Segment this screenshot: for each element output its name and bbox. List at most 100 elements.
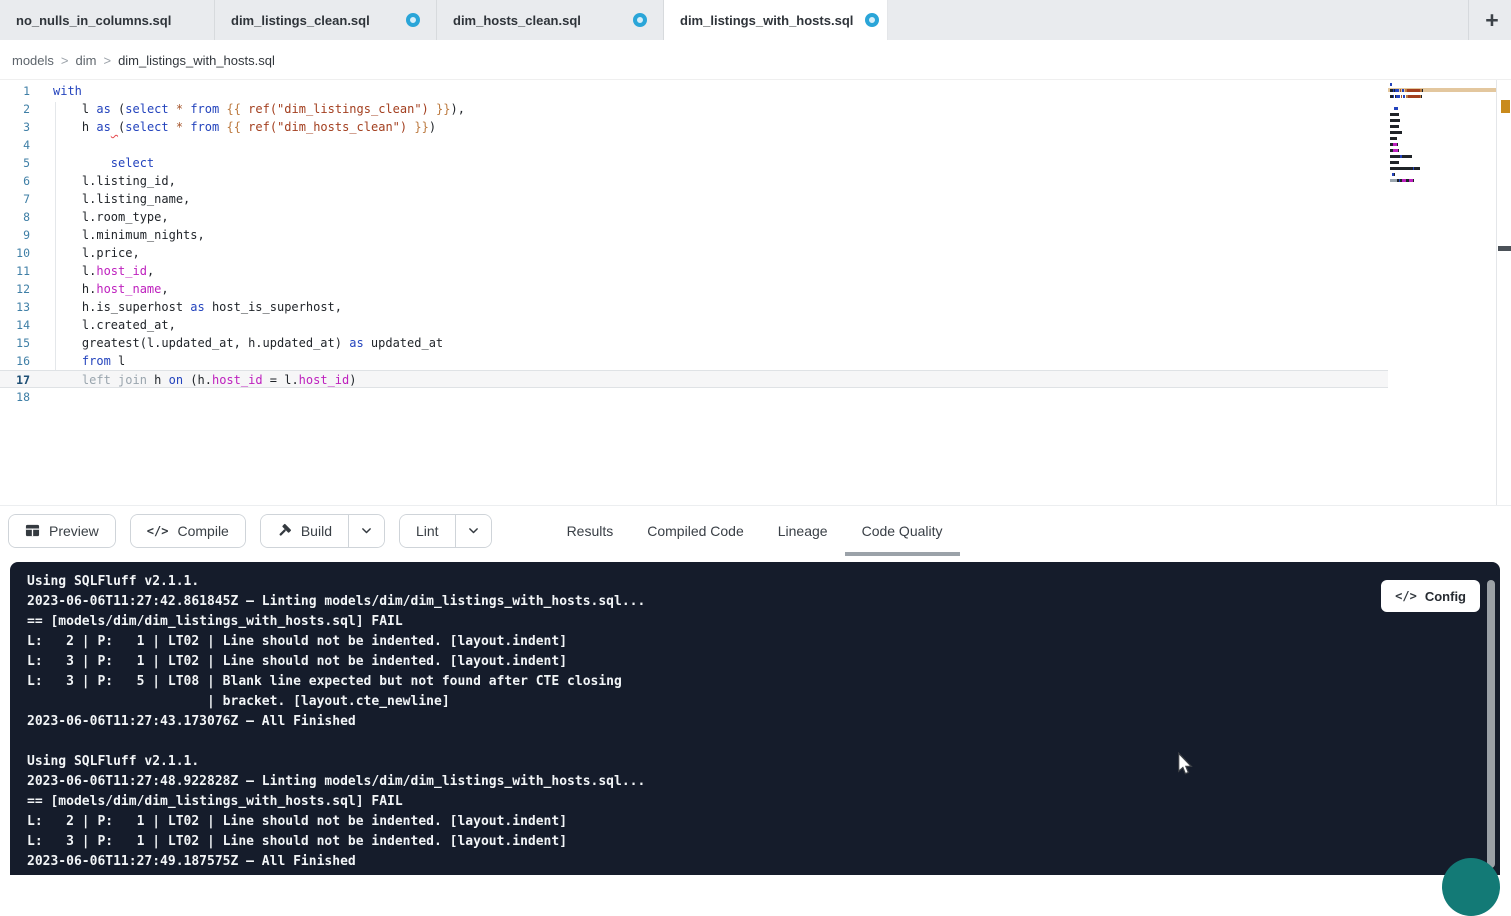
line-number: 12 — [0, 280, 30, 298]
chevron-down-icon — [360, 524, 373, 537]
code-line[interactable]: 9 l.minimum_nights, — [0, 226, 1496, 244]
button-group-compile: </> Compile — [130, 514, 246, 548]
code-text: l.listing_id, — [53, 172, 176, 190]
code-text: select — [53, 154, 154, 172]
code-line[interactable]: 14 l.created_at, — [0, 316, 1496, 334]
line-number: 17 — [0, 371, 30, 389]
tab-label: no_nulls_in_columns.sql — [16, 13, 171, 28]
code-line[interactable]: 3 h as (select * from {{ ref("dim_hosts_… — [0, 118, 1496, 136]
tab-no_nulls_in_columns.sql[interactable]: no_nulls_in_columns.sql — [0, 0, 215, 40]
minimap-rows — [1390, 83, 1423, 191]
line-number: 14 — [0, 316, 30, 334]
editor-lines: 1with2 l as (select * from {{ ref("dim_l… — [0, 82, 1496, 406]
breadcrumb-segment[interactable]: dim_listings_with_hosts.sql — [118, 53, 275, 68]
code-text: h.is_superhost as host_is_superhost, — [53, 298, 342, 316]
tab-strip: no_nulls_in_columns.sql dim_listings_clea… — [0, 0, 1511, 40]
code-line[interactable]: 7 l.listing_name, — [0, 190, 1496, 208]
preview-button[interactable]: Preview — [9, 515, 115, 547]
tab-lineage[interactable]: Lineage — [761, 506, 845, 556]
line-number: 13 — [0, 298, 30, 316]
code-line[interactable]: 15 greatest(l.updated_at, h.updated_at) … — [0, 334, 1496, 352]
line-number: 6 — [0, 172, 30, 190]
compile-label: Compile — [177, 523, 228, 539]
button-group-lint: Lint — [399, 514, 492, 548]
code-line[interactable]: 5 select — [0, 154, 1496, 172]
lint-button[interactable]: Lint — [400, 515, 455, 547]
line-number: 16 — [0, 352, 30, 370]
code-line[interactable]: 18 — [0, 388, 1496, 406]
breadcrumb-segment[interactable]: models — [12, 53, 54, 68]
modified-dot-icon — [633, 13, 647, 27]
code-icon: </> — [1395, 589, 1417, 603]
minimap[interactable] — [1388, 82, 1496, 502]
code-line[interactable]: 1 with — [0, 82, 1496, 100]
button-group-build: Build — [260, 514, 385, 548]
line-number: 11 — [0, 262, 30, 280]
code-text: from l — [53, 352, 125, 370]
code-text: with — [53, 82, 82, 100]
line-number: 3 — [0, 118, 30, 136]
compile-button[interactable]: </> Compile — [131, 515, 245, 547]
terminal-scrollbar[interactable] — [1487, 580, 1495, 868]
code-text: h.host_name, — [53, 280, 169, 298]
code-line[interactable]: 2 l as (select * from {{ ref("dim_listin… — [0, 100, 1496, 118]
code-line[interactable]: 13 h.is_superhost as host_is_superhost, — [0, 298, 1496, 316]
line-number: 4 — [0, 136, 30, 154]
code-line[interactable]: 4 — [0, 136, 1496, 154]
tab-bar-divider — [1468, 0, 1469, 40]
code-text: left join h on (h.host_id = l.host_id) — [53, 371, 356, 389]
breadcrumb-segment[interactable]: dim — [76, 53, 97, 68]
lint-dropdown-button[interactable] — [455, 515, 491, 547]
line-number: 7 — [0, 190, 30, 208]
tab-label: dim_hosts_clean.sql — [453, 13, 581, 28]
grid-icon — [25, 523, 40, 538]
code-text: l as (select * from {{ ref("dim_listings… — [53, 100, 465, 118]
code-text: l.price, — [53, 244, 140, 262]
new-tab-button[interactable]: + — [1479, 7, 1505, 33]
code-text: l.minimum_nights, — [53, 226, 205, 244]
lint-label: Lint — [416, 523, 439, 539]
editor-scrollbar[interactable] — [1496, 80, 1511, 505]
tab-code-quality[interactable]: Code Quality — [845, 506, 960, 556]
line-number: 15 — [0, 334, 30, 352]
tab-compiled-code[interactable]: Compiled Code — [630, 506, 761, 556]
terminal-panel: Using SQLFluff v2.1.1. 2023-06-06T11:27:… — [10, 562, 1500, 875]
code-line[interactable]: 6 l.listing_id, — [0, 172, 1496, 190]
terminal-output: Using SQLFluff v2.1.1. 2023-06-06T11:27:… — [10, 562, 1500, 872]
modified-dot-icon — [865, 13, 879, 27]
action-buttons: Preview </> Compile Build Lint — [8, 514, 506, 548]
scroll-position-marker — [1498, 246, 1511, 251]
tab-dim_listings_clean.sql[interactable]: dim_listings_clean.sql — [215, 0, 437, 40]
tab-results[interactable]: Results — [550, 506, 631, 556]
code-text: l.listing_name, — [53, 190, 190, 208]
code-text: l.room_type, — [53, 208, 169, 226]
minimap-row — [1390, 95, 1423, 101]
breadcrumb-bar: models>dim>dim_listings_with_hosts.sql S… — [0, 40, 1511, 80]
minimap-row — [1390, 185, 1423, 191]
chevron-down-icon — [467, 524, 480, 537]
config-button[interactable]: </> Config — [1381, 580, 1480, 612]
hammer-icon — [277, 523, 292, 538]
code-text: greatest(l.updated_at, h.updated_at) as … — [53, 334, 443, 352]
line-number: 2 — [0, 100, 30, 118]
tab-dim_hosts_clean.sql[interactable]: dim_hosts_clean.sql — [437, 0, 664, 40]
line-number: 5 — [0, 154, 30, 172]
help-fab-button[interactable] — [1442, 858, 1500, 916]
code-line[interactable]: 10 l.price, — [0, 244, 1496, 262]
code-line[interactable]: 12 h.host_name, — [0, 280, 1496, 298]
code-line[interactable]: 16 from l — [0, 352, 1496, 370]
code-line[interactable]: 11 l.host_id, — [0, 262, 1496, 280]
tab-dim_listings_with_hosts.sql[interactable]: dim_listings_with_hosts.sql — [664, 0, 888, 40]
code-line[interactable]: 17 left join h on (h.host_id = l.host_id… — [0, 370, 1388, 388]
line-number: 8 — [0, 208, 30, 226]
code-line[interactable]: 8 l.room_type, — [0, 208, 1496, 226]
tab-label: dim_listings_clean.sql — [231, 13, 370, 28]
build-dropdown-button[interactable] — [348, 515, 384, 547]
code-editor[interactable]: 1with2 l as (select * from {{ ref("dim_l… — [0, 80, 1496, 505]
code-icon: </> — [147, 524, 169, 538]
breadcrumb-separator-icon: > — [61, 53, 69, 68]
line-number: 1 — [0, 82, 30, 100]
panel-tabs: ResultsCompiled CodeLineageCode Quality — [550, 506, 960, 556]
build-button[interactable]: Build — [261, 515, 348, 547]
action-toolbar: Preview </> Compile Build Lint ResultsCompil… — [0, 505, 1511, 555]
